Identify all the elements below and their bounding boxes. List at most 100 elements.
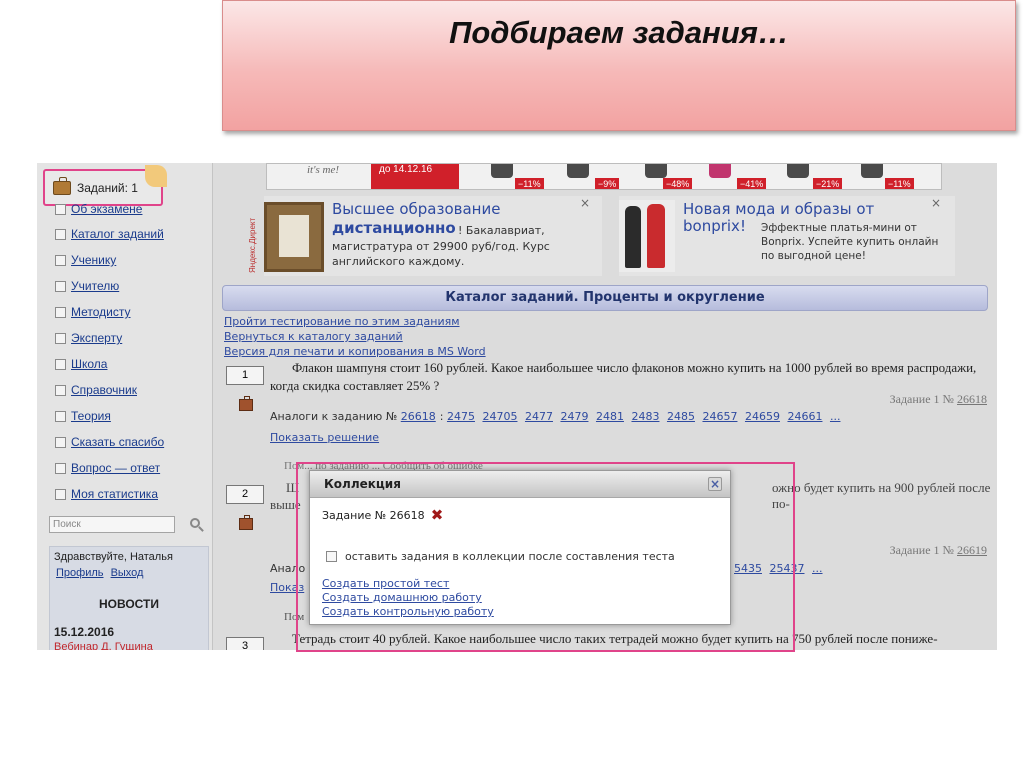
ad-fashion-headline: Новая мода и образы от	[683, 200, 875, 218]
analog-link[interactable]: 2485	[667, 410, 695, 423]
discount-badge: −11%	[515, 178, 544, 189]
catalog-links: Пройти тестирование по этим заданиям Вер…	[224, 314, 486, 359]
logout-link[interactable]: Выход	[111, 567, 144, 579]
yandex-direct-label: Яндекс.Директ	[248, 217, 257, 273]
checkbox-icon	[55, 384, 66, 396]
sidebar-item-my-stats[interactable]: Моя статистика	[55, 486, 158, 502]
discount-badge: −48%	[663, 178, 693, 189]
ad-education[interactable]: Высшее образование дистанционно ! Бакала…	[264, 196, 602, 276]
task-number-box: 1	[226, 366, 264, 385]
sidebar-item-say-thanks[interactable]: Сказать спасибо	[55, 434, 164, 450]
ad-red-block: до 14.12.16	[371, 164, 459, 189]
checkbox-icon	[55, 228, 66, 240]
checkbox-icon	[55, 203, 66, 215]
delete-icon[interactable]: ✖	[431, 506, 444, 524]
tasks-counter-label: Заданий: 1	[77, 180, 138, 195]
greeting-text: Здравствуйте, Наталья	[54, 551, 173, 563]
task-text-right: ожно будет купить на 900 рублей после по…	[772, 480, 991, 511]
discount-badge: −9%	[595, 178, 620, 189]
sidebar-item-theory[interactable]: Теория	[55, 408, 111, 424]
ad-fashion-body: Эффектные платья-мини от Bonprix. Успейт…	[761, 222, 939, 262]
briefcase-icon	[53, 176, 71, 195]
analog-link[interactable]: 2475	[447, 410, 475, 423]
create-simple-test-link[interactable]: Создать простой тест	[322, 577, 449, 590]
ad-education-body-bold: английского каждому.	[332, 255, 465, 268]
checkbox-icon	[55, 462, 66, 474]
ad-certificate-image	[264, 202, 324, 272]
collection-modal: Коллекция × Задание № 26618 ✖ оставить з…	[309, 470, 731, 625]
sidebar-item-expert[interactable]: Эксперту	[55, 330, 122, 346]
ad-education-body: магистратура от 29900 руб/год. Курс	[332, 240, 550, 253]
sidebar-item-about-exam[interactable]: Об экзамене	[55, 201, 142, 217]
badge-tab-decoration	[145, 165, 167, 187]
analog-link[interactable]: 24659	[745, 410, 780, 423]
analog-link[interactable]: 2479	[560, 410, 588, 423]
ad-itsme-text: it's me!	[307, 164, 339, 176]
analog-link[interactable]: 2477	[525, 410, 553, 423]
analog-link[interactable]: 24661	[787, 410, 822, 423]
user-links: Профиль Выход	[56, 567, 147, 579]
sidebar-item-reference[interactable]: Справочник	[55, 382, 137, 398]
print-version-link[interactable]: Версия для печати и копирования в MS Wor…	[224, 344, 486, 359]
ad-education-headline-bold: дистанционно	[332, 219, 456, 237]
search-icon[interactable]	[190, 518, 200, 528]
analog-link[interactable]: 2483	[631, 410, 659, 423]
analog-more-link[interactable]: ...	[830, 410, 841, 423]
ad-models-image	[619, 200, 675, 272]
add-to-collection-icon[interactable]	[239, 396, 253, 411]
checkbox-icon	[55, 358, 66, 370]
garment-image	[645, 164, 667, 178]
modal-header: Коллекция ×	[310, 471, 730, 498]
analog-link[interactable]: 24705	[482, 410, 517, 423]
sidebar-item-task-catalog[interactable]: Каталог заданий	[55, 226, 164, 242]
add-to-collection-icon[interactable]	[239, 515, 253, 530]
sidebar-item-teacher[interactable]: Учителю	[55, 278, 119, 294]
discount-badge: −11%	[885, 178, 914, 189]
garment-image	[491, 164, 513, 178]
task-number-box: 3	[226, 637, 264, 650]
garment-image	[861, 164, 883, 178]
checkbox-icon	[55, 410, 66, 422]
model-figure	[647, 204, 665, 268]
profile-link[interactable]: Профиль	[56, 567, 104, 579]
analog-more-link[interactable]: ...	[812, 562, 823, 575]
keep-tasks-label: оставить задания в коллекции после соста…	[345, 550, 675, 563]
show-solution-link[interactable]: Показать решение	[270, 431, 379, 444]
keep-tasks-checkbox-row[interactable]: оставить задания в коллекции после соста…	[326, 550, 675, 563]
task-number-box: 2	[226, 485, 264, 504]
close-icon[interactable]: ×	[708, 477, 722, 491]
sidebar-item-student[interactable]: Ученику	[55, 252, 116, 268]
task-id-link[interactable]: 26619	[957, 543, 987, 557]
create-control-work-link[interactable]: Создать контрольную работу	[322, 605, 494, 618]
news-heading: НОВОСТИ	[98, 597, 160, 611]
analog-link[interactable]: 24657	[702, 410, 737, 423]
sidebar-item-faq[interactable]: Вопрос — ответ	[55, 460, 160, 476]
take-test-link[interactable]: Пройти тестирование по этим заданиям	[224, 314, 486, 329]
back-to-catalog-link[interactable]: Вернуться к каталогу заданий	[224, 329, 486, 344]
ad-fashion[interactable]: Новая мода и образы от bonprix! Эффектны…	[619, 196, 955, 276]
user-panel: Здравствуйте, Наталья Профиль Выход НОВО…	[49, 546, 209, 650]
ad-banner-strip[interactable]: it's me! до 14.12.16 −11% −9% −48% −41% …	[266, 163, 942, 190]
task-text: Флакон шампуня стоит 160 рублей. Какое н…	[270, 360, 977, 393]
news-item-link[interactable]: Вебинар Д. Гущина	[54, 641, 153, 650]
analogs-line: Аналоги к заданию № 26618: 2475 24705 24…	[270, 410, 841, 423]
analog-link[interactable]: 2481	[596, 410, 624, 423]
modal-title: Коллекция	[324, 477, 401, 491]
modal-task-label: Задание № 26618	[322, 508, 425, 522]
search-input[interactable]: Поиск	[49, 516, 175, 533]
task-id-link[interactable]: 26618	[957, 392, 987, 406]
checkbox-icon	[55, 436, 66, 448]
ad-close-icon[interactable]: ×	[931, 196, 941, 210]
analog-link[interactable]: 26618	[401, 410, 436, 423]
checkbox-icon	[55, 254, 66, 266]
model-figure	[625, 206, 641, 268]
catalog-title-bar: Каталог заданий. Проценты и округление	[222, 285, 988, 311]
keep-tasks-checkbox[interactable]	[326, 551, 337, 562]
ad-red-text: до 14.12.16	[379, 164, 433, 175]
ad-close-icon[interactable]: ×	[580, 196, 590, 210]
sidebar-item-school[interactable]: Школа	[55, 356, 107, 372]
sidebar-item-methodist[interactable]: Методисту	[55, 304, 131, 320]
checkbox-icon	[55, 280, 66, 292]
slide-title: Подбираем задания…	[449, 15, 789, 50]
create-homework-link[interactable]: Создать домашнюю работу	[322, 591, 482, 604]
